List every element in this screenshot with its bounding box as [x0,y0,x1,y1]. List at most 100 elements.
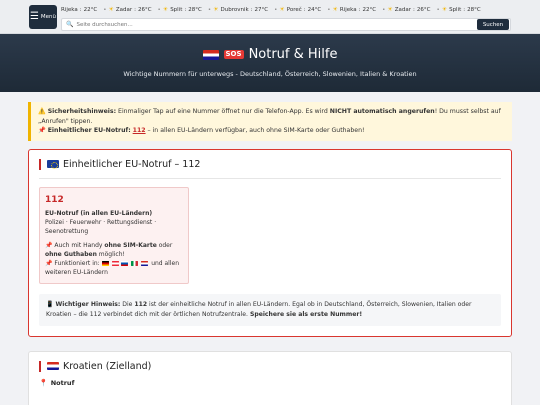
sim-note-c: oder [156,242,173,250]
location-pin-icon: 📍 [39,378,48,387]
weather-item: • ☀ Zadar:26°C [382,6,431,13]
works-in-note: 📌 Funktioniert in: und allen weiteren EU… [45,259,183,277]
sim-note: 📌 Auch mit Handy ohne SIM-Karte oder ohn… [45,241,183,259]
slovenia-flag-icon [121,261,129,267]
separator-dot: • [327,6,331,13]
weather-temp: 26°C [416,6,431,13]
weather-temp: 22°C [362,6,377,13]
divider [39,177,501,179]
croatia-card-title-text: Kroatien (Zielland) [63,360,152,372]
search-bar: 🔍 Suchen [61,18,511,31]
emergency-services: Polizei · Feuerwehr · Rettungsdienst · S… [45,219,157,236]
weather-item: • ☀ Split:28°C [436,6,481,13]
notice-label-2: Einheitlicher EU-Notruf: [47,127,131,135]
weather-city: Zadar [115,6,133,13]
emergency-number-box[interactable]: 112 EU-Notruf (in allen EU-Ländern) Poli… [39,186,189,285]
sun-icon: ☀ [441,6,448,13]
top-bar: ☰ Menü Rijeka:22°C • ☀ Zadar:26°C • ☀ Split:28… [0,0,540,34]
sim-note-d: möglich! [96,251,125,259]
menu-label: Menü [40,14,57,20]
weather-temp: 24°C [307,6,322,13]
menu-button[interactable]: ☰ Menü [29,5,57,29]
weather-temp: 28°C [467,6,481,13]
sim-note-bold-2: ohne Guthaben [45,251,97,259]
emergency-number[interactable]: 112 [45,194,183,208]
hamburger-icon: ☰ [29,11,39,22]
weather-city: Dubrovnik [220,6,249,13]
pin-icon: 📌 [38,127,46,135]
hint-bold: Speichere sie als erste Nummer! [249,311,363,319]
pin-icon: 📌 [45,260,53,268]
notice-112-link[interactable]: 112 [133,127,146,134]
sos-icon: SOS [223,49,244,60]
sun-icon: ☀ [108,6,114,13]
italy-flag-icon [131,261,139,267]
notice-line-1: ⚠️ Sicherheitshinweis: Einmaliger Tap au… [38,107,505,126]
separator-dot: • [157,6,161,13]
germany-flag-icon [101,261,109,267]
weather-city: Poreč [286,6,302,13]
safety-notice: ⚠️ Sicherheitshinweis: Einmaliger Tap au… [28,102,512,141]
notice-bold-1: NICHT automatisch angerufen [329,108,435,115]
weather-item: • ☀ Zadar:26°C [103,6,152,13]
page-title-text: Notruf & Hilfe [248,47,338,62]
weather-item: • ☀ Poreč:24°C [274,6,322,13]
hint-number: 112 [134,301,148,309]
page-subtitle: Wichtige Nummern für unterwegs - Deutsch… [123,70,417,78]
eu-flag-icon [47,160,59,169]
croatia-subheading: 📍 Notruf [39,379,501,387]
separator-dot: • [207,6,212,13]
search-input[interactable] [76,21,477,28]
separator-dot: • [382,6,386,13]
weather-city: Split [449,6,462,13]
hero-banner: SOS Notruf & Hilfe Wichtige Nummern für … [0,34,540,92]
sim-note-bold-1: ohne SIM-Karte [104,242,157,250]
notice-text-1a: Einmaliger Tap auf eine Nummer öffnet nu… [116,108,330,115]
weather-item: • ☀ Rijeka:22°C [327,6,377,13]
important-hint: 📱 Wichtiger Hinweis: Die 112 ist der ein… [39,294,501,326]
sun-icon: ☀ [387,6,393,13]
eu-card-title-text: Einheitlicher EU-Notruf – 112 [63,158,201,170]
weather-temp: 27°C [254,6,269,13]
weather-city: Rijeka [61,6,78,13]
weather-item: Rijeka:22°C [61,6,98,13]
croatia-subheading-text: Notruf [50,378,75,387]
works-label: Funktioniert in: [54,260,102,268]
weather-temp: 26°C [137,6,152,13]
weather-city: Rijeka [339,6,357,13]
notice-line-2: 📌 Einheitlicher EU-Notruf: 112 – in alle… [38,126,505,136]
separator-dot: • [103,6,107,13]
weather-temp: 22°C [83,6,98,13]
weather-item: • ☀ Dubrovnik:27°C [207,6,269,13]
weather-temp: 28°C [188,6,202,13]
croatia-card: Kroatien (Zielland) 📍 Notruf [28,350,512,405]
separator-dot: • [274,6,278,13]
emergency-name: EU-Notruf (in allen EU-Ländern) [45,210,153,218]
croatia-flag-icon [47,362,59,371]
hint-text-a: Die [120,301,135,309]
eu-emergency-card: Einheitlicher EU-Notruf – 112 112 EU-Not… [28,148,512,337]
weather-item: • ☀ Split:28°C [157,6,202,13]
pin-icon: 📌 [45,242,53,250]
phone-icon: 📱 [46,301,54,309]
eu-card-title: Einheitlicher EU-Notruf – 112 [39,158,501,170]
sun-icon: ☀ [279,6,285,13]
notice-text-2: – in allen EU-Ländern verfügbar, auch oh… [145,127,365,135]
weather-ticker: Rijeka:22°C • ☀ Zadar:26°C • ☀ Split:28°C • ☀ Dub… [61,3,511,16]
hint-label: Wichtiger Hinweis: [55,301,121,309]
sim-note-a: Auch mit Handy [54,242,105,250]
sun-icon: ☀ [162,6,169,13]
weather-city: Split [170,6,183,13]
croatia-flag-icon [202,49,219,60]
weather-city: Zadar [394,6,411,13]
croatia-card-title: Kroatien (Zielland) [39,360,501,372]
sun-icon: ☀ [213,6,219,13]
separator-dot: • [436,6,440,13]
notice-label-1: Sicherheitshinweis: [47,108,117,115]
sun-icon: ☀ [332,6,338,13]
croatia-flag-icon [141,261,149,267]
austria-flag-icon [111,261,119,267]
page-title: SOS Notruf & Hilfe [0,47,540,62]
search-button[interactable]: Suchen [477,19,509,30]
warning-icon: ⚠️ [38,108,46,115]
